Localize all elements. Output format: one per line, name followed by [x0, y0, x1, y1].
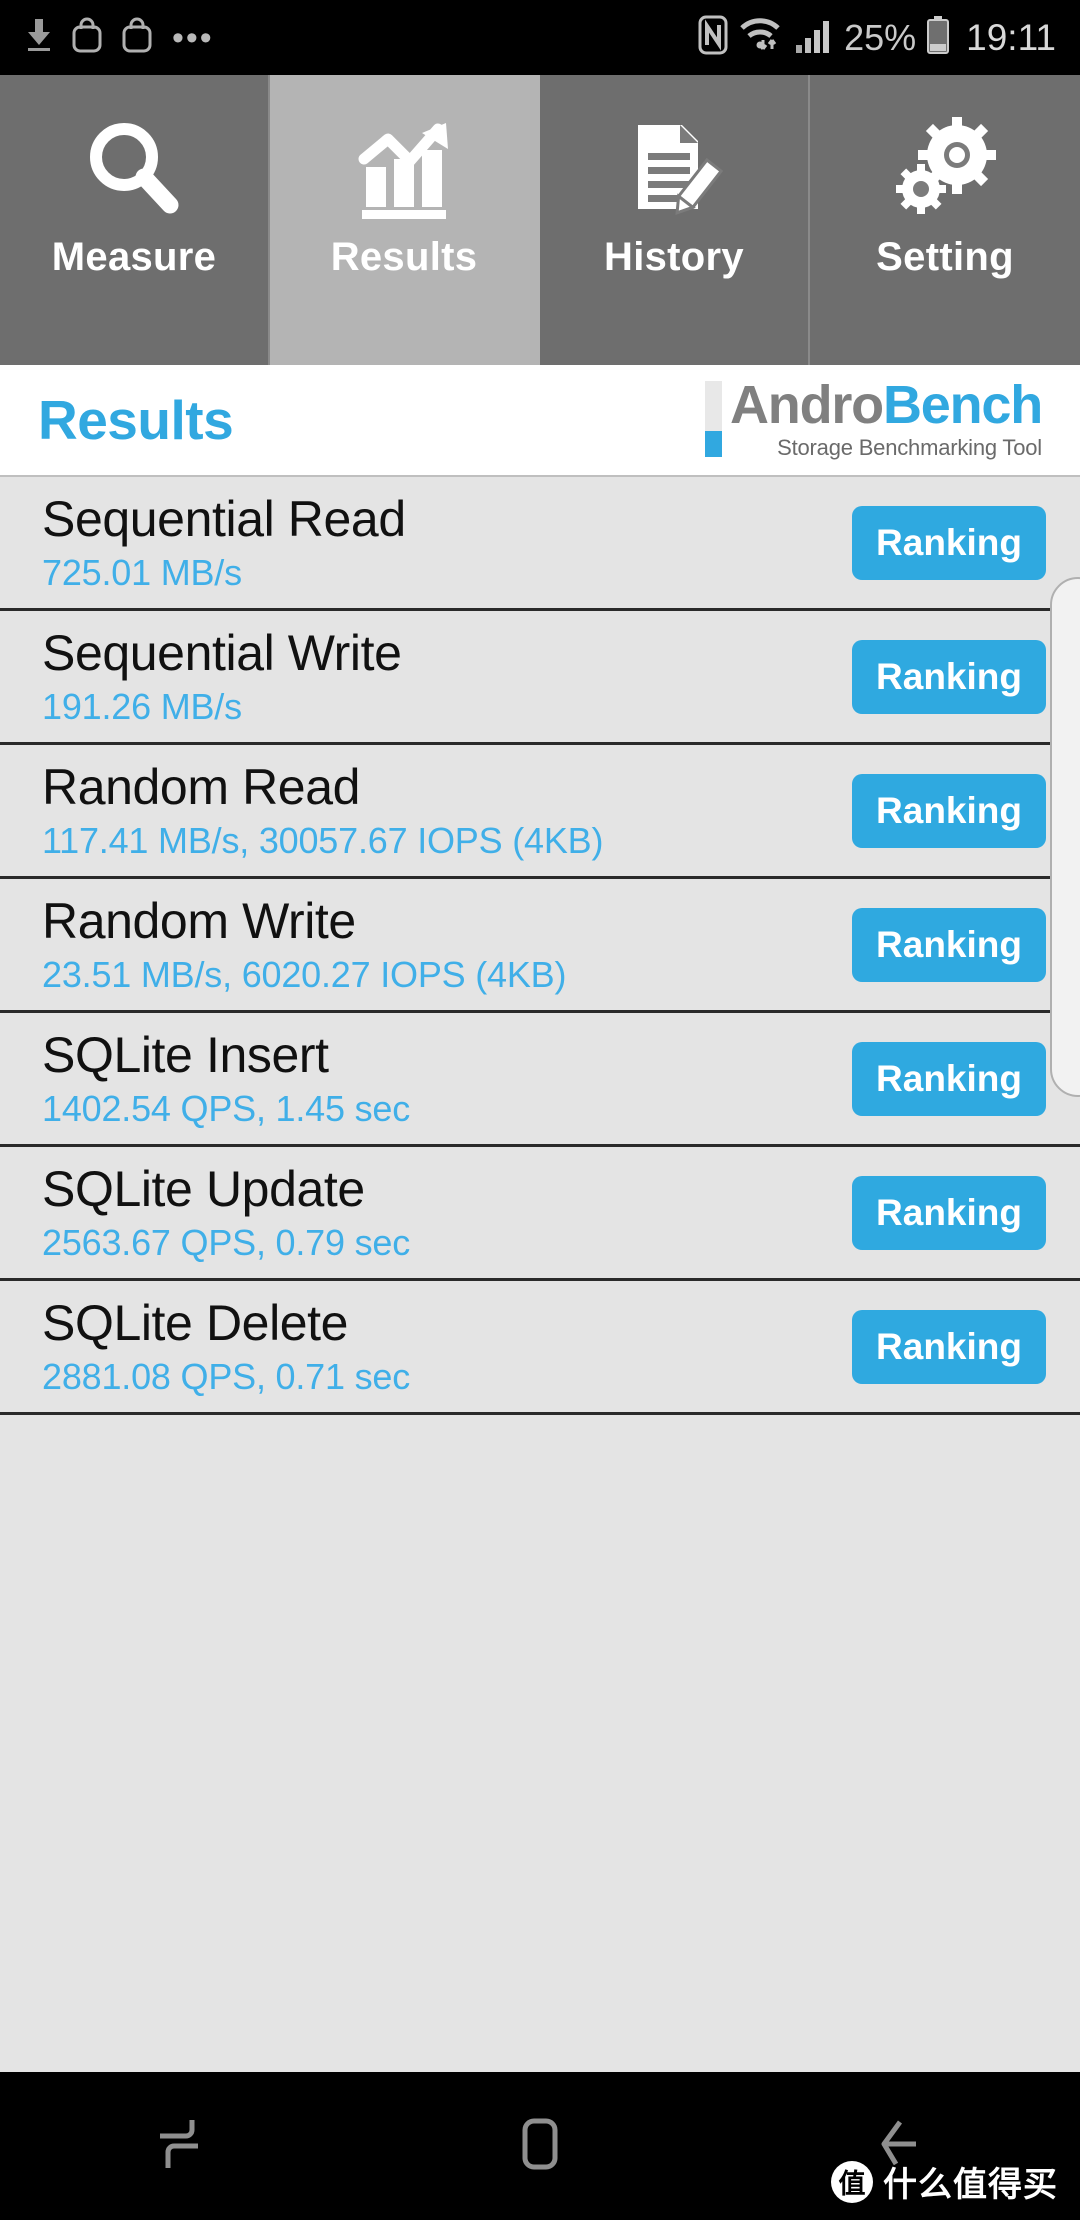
ranking-button[interactable]: Ranking — [852, 1309, 1046, 1384]
result-title: Random Read — [42, 758, 361, 815]
logo-text: AndroBench Storage Benchmarking Tool — [730, 378, 1043, 461]
logo-andro: Andro — [729, 375, 884, 435]
bar-chart-arrow-icon — [352, 109, 456, 229]
result-texts: Sequential Read 725.01 MB/s — [42, 490, 406, 596]
logo-tagline: Storage Benchmarking Tool — [777, 435, 1042, 460]
recents-button[interactable] — [100, 2072, 260, 2220]
result-value: 191.26 MB/s — [42, 685, 242, 727]
result-texts: SQLite Insert 1402.54 QPS, 1.45 sec — [42, 1026, 410, 1132]
recents-icon — [150, 2114, 210, 2179]
table-row[interactable]: Random Write 23.51 MB/s, 6020.27 IOPS (4… — [0, 879, 1080, 1013]
result-texts: Sequential Write 191.26 MB/s — [42, 624, 402, 730]
results-list: Sequential Read 725.01 MB/s Ranking Sequ… — [0, 477, 1080, 2072]
result-title: SQLite Insert — [42, 1026, 329, 1083]
ranking-button[interactable]: Ranking — [852, 639, 1046, 714]
table-row[interactable]: SQLite Insert 1402.54 QPS, 1.45 sec Rank… — [0, 1013, 1080, 1147]
tab-results-label: Results — [330, 235, 478, 279]
logo-wordmark: AndroBench — [730, 378, 1043, 432]
watermark-text: 什么值得买 — [883, 2165, 1058, 2205]
result-texts: Random Read 117.41 MB/s, 30057.67 IOPS (… — [42, 758, 603, 864]
ranking-button[interactable]: Ranking — [852, 505, 1046, 580]
gears-icon — [893, 109, 997, 229]
result-title: SQLite Update — [42, 1160, 365, 1217]
logo-accent-bar-bottom — [704, 430, 722, 457]
result-value: 2563.67 QPS, 0.79 sec — [42, 1221, 411, 1263]
result-texts: SQLite Update 2563.67 QPS, 0.79 sec — [42, 1160, 410, 1266]
ranking-button[interactable]: Ranking — [852, 1175, 1046, 1250]
watermark: 值 什么值得买 — [831, 2157, 1058, 2206]
clock-label: 19:11 — [966, 16, 1056, 58]
list-empty-area — [0, 1415, 1080, 2072]
table-row[interactable]: Sequential Read 725.01 MB/s Ranking — [0, 477, 1080, 611]
result-title: Sequential Write — [42, 624, 402, 681]
table-row[interactable]: SQLite Update 2563.67 QPS, 0.79 sec Rank… — [0, 1147, 1080, 1281]
results-header: Results AndroBench Storage Benchmarking … — [0, 365, 1080, 477]
battery-percent-label: 25% — [844, 16, 917, 58]
result-value: 1402.54 QPS, 1.45 sec — [42, 1087, 411, 1129]
table-row[interactable]: Sequential Write 191.26 MB/s Ranking — [0, 611, 1080, 745]
logo-accent-bar — [704, 381, 722, 457]
scrollbar-thumb[interactable] — [1050, 577, 1080, 1097]
wifi-icon — [738, 15, 784, 60]
watermark-badge: 值 — [831, 2160, 873, 2203]
android-nav-bar: 值 什么值得买 — [0, 2072, 1080, 2220]
more-dots-icon: ••• — [172, 18, 214, 57]
tab-history[interactable]: History — [540, 75, 810, 365]
result-value: 725.01 MB/s — [42, 551, 242, 593]
tab-bar: Measure Results History Setting — [0, 75, 1080, 365]
tab-measure-label: Measure — [51, 235, 217, 279]
ranking-button[interactable]: Ranking — [852, 773, 1046, 848]
home-icon — [510, 2114, 570, 2179]
result-texts: Random Write 23.51 MB/s, 6020.27 IOPS (4… — [42, 892, 566, 998]
battery-icon — [926, 15, 950, 60]
ranking-button[interactable]: Ranking — [852, 907, 1046, 982]
ranking-button[interactable]: Ranking — [852, 1041, 1046, 1116]
result-texts: SQLite Delete 2881.08 QPS, 0.71 sec — [42, 1294, 410, 1400]
shopping-bag-icon — [70, 16, 104, 59]
document-pencil-icon — [622, 109, 726, 229]
result-value: 2881.08 QPS, 0.71 sec — [42, 1355, 411, 1397]
tab-setting[interactable]: Setting — [810, 75, 1080, 365]
result-title: SQLite Delete — [42, 1294, 349, 1351]
androbench-logo: AndroBench Storage Benchmarking Tool — [704, 378, 1046, 461]
page-title: Results — [38, 389, 234, 451]
nfc-icon — [698, 15, 728, 60]
signal-icon — [794, 15, 834, 60]
result-title: Sequential Read — [42, 490, 406, 547]
status-bar: ••• 25% 19:11 — [0, 0, 1080, 75]
tab-setting-label: Setting — [876, 235, 1014, 279]
magnifier-icon — [82, 109, 186, 229]
status-bar-left-icons: ••• — [24, 16, 698, 59]
tab-measure[interactable]: Measure — [0, 75, 270, 365]
table-row[interactable]: SQLite Delete 2881.08 QPS, 0.71 sec Rank… — [0, 1281, 1080, 1415]
home-button[interactable] — [460, 2072, 620, 2220]
status-bar-right-icons: 25% 19:11 — [698, 15, 1056, 60]
tab-history-label: History — [604, 235, 744, 279]
download-icon — [24, 17, 54, 58]
result-value: 23.51 MB/s, 6020.27 IOPS (4KB) — [42, 953, 567, 995]
logo-bench: Bench — [882, 375, 1043, 435]
shopping-bag-icon — [120, 16, 154, 59]
logo-accent-bar-top — [704, 381, 722, 431]
result-value: 117.41 MB/s, 30057.67 IOPS (4KB) — [42, 819, 604, 861]
table-row[interactable]: Random Read 117.41 MB/s, 30057.67 IOPS (… — [0, 745, 1080, 879]
phone-screen: ••• 25% 19:11 Measure Results History Se… — [0, 0, 1080, 2220]
result-title: Random Write — [42, 892, 356, 949]
tab-results[interactable]: Results — [270, 75, 540, 365]
